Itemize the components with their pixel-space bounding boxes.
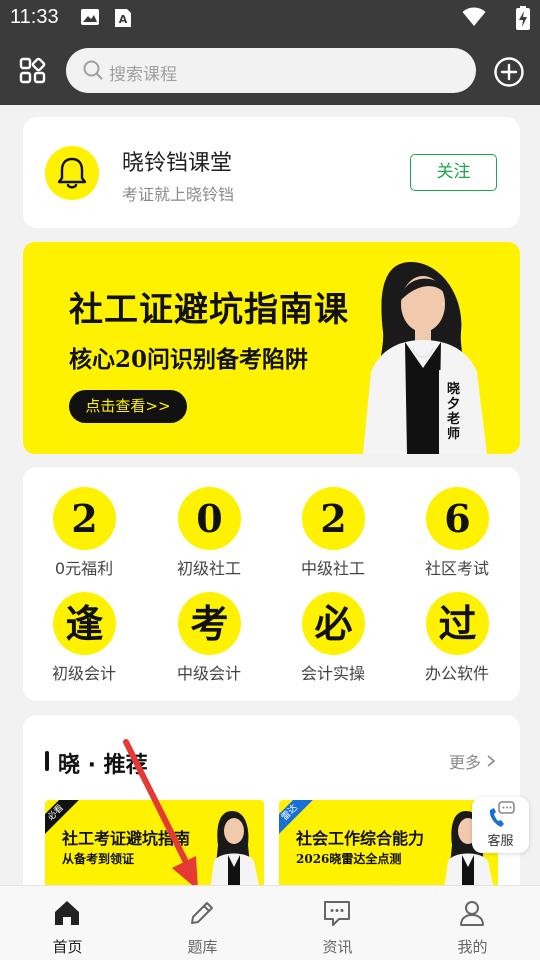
tab-news[interactable]: 资讯	[270, 886, 405, 960]
course-card[interactable]: 雷达 社会工作综合能力 2026晓雷达全点测	[279, 800, 498, 890]
brand-card: 晓铃铛课堂 考证就上晓铃铛 关注	[23, 117, 520, 228]
category-glyph: 0	[178, 487, 241, 550]
course-subtitle: 从备考到领证	[62, 852, 135, 866]
search-placeholder: 搜索课程	[109, 65, 177, 85]
customer-service-button[interactable]: 客服	[472, 797, 529, 853]
tab-label: 我的	[457, 938, 488, 956]
promo-banner[interactable]: 社工证避坑指南课 核心20问识别备考陷阱 点击查看>> 晓夕老师	[23, 242, 520, 454]
banner-teacher-name: 晓夕老师	[447, 382, 461, 442]
brand-slogan: 考证就上晓铃铛	[122, 185, 235, 204]
top-header: 搜索课程	[0, 36, 540, 105]
banner-title: 社工证避坑指南课	[69, 290, 349, 330]
category-glyph: 2	[53, 487, 116, 550]
more-label: 更多	[449, 753, 482, 772]
category-item[interactable]: 逢 初级会计	[29, 572, 139, 683]
category-glyph: 逢	[53, 592, 116, 655]
tab-home[interactable]: 首页	[0, 886, 135, 960]
pencil-icon	[191, 902, 213, 924]
status-bar: 11:33 A	[0, 0, 540, 36]
category-item[interactable]: 过 办公软件	[402, 572, 512, 683]
tab-label: 资讯	[322, 938, 353, 956]
category-glyph: 过	[426, 592, 489, 655]
category-item[interactable]: 6 社区考试	[402, 467, 512, 578]
category-glyph: 必	[302, 592, 365, 655]
customer-service-label: 客服	[487, 834, 514, 849]
brand-avatar	[45, 146, 99, 200]
tab-label: 题库	[187, 938, 218, 956]
font-a-icon: A	[115, 9, 131, 27]
category-label: 办公软件	[424, 664, 489, 683]
recommend-title: 晓 · 推荐	[58, 753, 148, 778]
banner-cta-button[interactable]: 点击查看>>	[69, 390, 187, 423]
category-grid: 2 0元福利 0 初级社工 2 中级社工 6 社区考试 逢 初级会计 考 中级会…	[23, 467, 520, 701]
category-label: 中级会计	[176, 664, 241, 683]
message-icon	[324, 901, 350, 926]
search-bar[interactable]: 搜索课程	[66, 48, 476, 93]
category-item[interactable]: 0 初级社工	[154, 467, 264, 578]
battery-charging-icon	[516, 6, 530, 30]
course-title: 社工考证避坑指南	[62, 829, 191, 848]
image-icon	[81, 9, 99, 25]
category-label: 会计实操	[300, 664, 365, 683]
brand-name: 晓铃铛课堂	[122, 151, 233, 176]
chevron-right-icon	[487, 755, 496, 767]
category-item[interactable]: 考 中级会计	[154, 572, 264, 683]
follow-button[interactable]: 关注	[410, 154, 497, 191]
wifi-icon	[462, 7, 486, 26]
course-subtitle: 2026晓雷达全点测	[296, 852, 402, 866]
section-marker	[45, 751, 49, 771]
home-icon	[55, 901, 79, 925]
plus-circle-icon[interactable]	[493, 56, 525, 88]
user-icon	[460, 901, 484, 926]
category-item[interactable]: 2 中级社工	[278, 467, 388, 578]
tab-profile[interactable]: 我的	[405, 886, 540, 960]
phone-chat-icon	[489, 801, 515, 827]
category-item[interactable]: 必 会计实操	[278, 572, 388, 683]
category-glyph: 考	[178, 592, 241, 655]
teacher-thumbnail	[210, 811, 260, 890]
tab-label: 首页	[52, 938, 83, 956]
category-glyph: 6	[426, 487, 489, 550]
tab-question-bank[interactable]: 题库	[135, 886, 270, 960]
category-item[interactable]: 2 0元福利	[29, 467, 139, 578]
search-icon	[83, 60, 103, 80]
status-time: 11:33	[10, 6, 59, 28]
course-card[interactable]: 必看 社工考证避坑指南 从备考到领证	[45, 800, 264, 890]
grid-icon[interactable]	[18, 56, 48, 86]
bottom-tab-bar: 首页 题库 资讯 我的	[0, 885, 540, 960]
course-title: 社会工作综合能力	[296, 829, 425, 848]
svg-text:A: A	[119, 13, 128, 26]
bell-icon	[57, 157, 87, 189]
category-glyph: 2	[302, 487, 365, 550]
more-link[interactable]: 更多	[449, 749, 496, 773]
category-label: 初级会计	[51, 664, 116, 683]
teacher-photo	[363, 262, 487, 454]
banner-subtitle: 核心20问识别备考陷阱	[69, 346, 309, 373]
